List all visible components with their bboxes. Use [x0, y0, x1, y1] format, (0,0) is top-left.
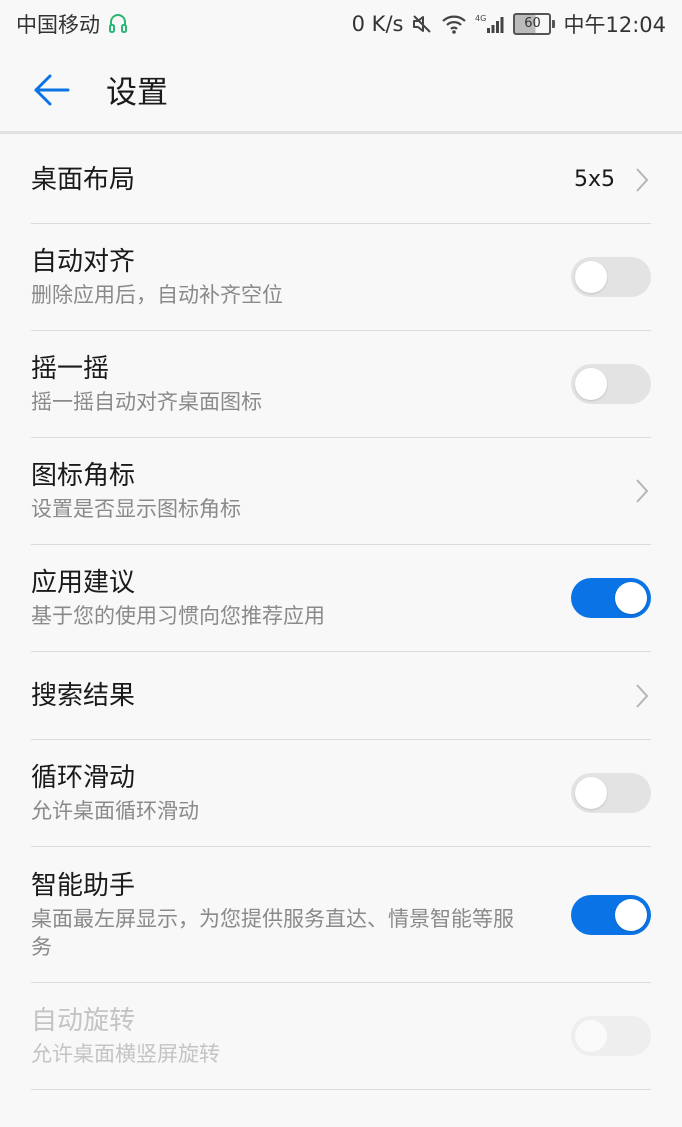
setting-subtitle: 基于您的使用习惯向您推荐应用: [31, 604, 325, 628]
setting-subtitle: 摇一摇自动对齐桌面图标: [31, 390, 262, 414]
status-bar: 中国移动 0 K/s 4G 60 中午12:04: [0, 0, 682, 48]
setting-auto-align[interactable]: 自动对齐 删除应用后，自动补齐空位: [31, 224, 651, 331]
setting-app-suggestions[interactable]: 应用建议 基于您的使用习惯向您推荐应用: [31, 545, 651, 652]
clock: 中午12:04: [563, 13, 666, 37]
network-type: 4G: [475, 14, 486, 23]
setting-subtitle: 桌面最左屏显示，为您提供服务直达、情景智能等服务: [31, 906, 514, 959]
carrier-label: 中国移动: [16, 13, 100, 37]
setting-auto-rotate: 自动旋转 允许桌面横竖屏旋转: [31, 983, 651, 1090]
back-button[interactable]: [22, 60, 82, 120]
page-title: 设置: [106, 75, 168, 111]
app-bar: 设置: [0, 48, 682, 134]
setting-icon-badge[interactable]: 图标角标 设置是否显示图标角标: [31, 438, 651, 545]
setting-title: 摇一摇: [31, 354, 110, 384]
signal-icon: 4G: [475, 13, 505, 35]
setting-subtitle: 允许桌面循环滑动: [31, 799, 199, 823]
settings-list: 桌面布局 5x5 自动对齐 删除应用后，自动补齐空位 摇一摇 摇一摇自动对齐桌面…: [0, 136, 682, 1090]
setting-title: 搜索结果: [31, 680, 136, 711]
setting-title: 桌面布局: [31, 164, 136, 195]
setting-loop-scroll[interactable]: 循环滑动 允许桌面循环滑动: [31, 740, 651, 847]
toggle-switch[interactable]: [571, 257, 651, 297]
setting-title: 自动旋转: [31, 1006, 136, 1036]
battery-level: 60: [513, 13, 552, 35]
battery-icon: 60: [513, 13, 556, 35]
toggle-switch[interactable]: [571, 773, 651, 813]
network-speed: 0 K/s: [351, 12, 404, 36]
toggle-switch[interactable]: [571, 578, 651, 618]
wifi-icon: [441, 13, 467, 35]
chevron-right-icon: [633, 476, 651, 506]
setting-title: 循环滑动: [31, 763, 136, 793]
mute-icon: [411, 13, 433, 35]
toggle-switch[interactable]: [571, 894, 651, 935]
back-arrow-icon: [34, 74, 70, 105]
setting-smart-assistant[interactable]: 智能助手 桌面最左屏显示，为您提供服务直达、情景智能等服务: [31, 847, 651, 983]
setting-title: 自动对齐: [31, 247, 136, 277]
setting-title: 智能助手: [31, 870, 136, 901]
setting-title: 应用建议: [31, 568, 136, 598]
setting-search-results[interactable]: 搜索结果: [31, 652, 651, 740]
setting-shake[interactable]: 摇一摇 摇一摇自动对齐桌面图标: [31, 331, 651, 438]
setting-subtitle: 删除应用后，自动补齐空位: [31, 283, 283, 307]
setting-desktop-layout[interactable]: 桌面布局 5x5: [31, 136, 651, 224]
setting-subtitle: 允许桌面横竖屏旋转: [31, 1042, 220, 1066]
chevron-right-icon: [633, 681, 651, 711]
setting-title: 图标角标: [31, 461, 136, 491]
chevron-right-icon: [633, 165, 651, 195]
setting-subtitle: 设置是否显示图标角标: [31, 497, 241, 521]
toggle-switch: [571, 1016, 651, 1056]
setting-value: 5x5: [573, 167, 615, 192]
headset-icon: [108, 13, 128, 35]
toggle-switch[interactable]: [571, 364, 651, 404]
